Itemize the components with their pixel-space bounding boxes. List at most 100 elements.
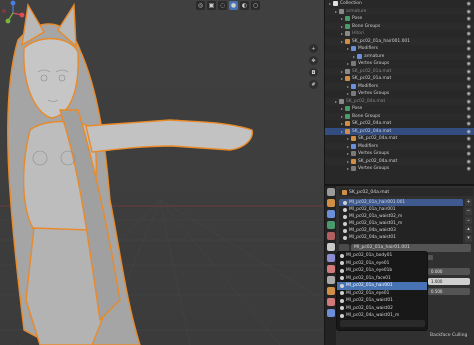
material-slot[interactable]: MI_pc02_01a_hair001.001	[339, 199, 463, 206]
material-slot[interactable]: MI_pc02_04a_waist01	[339, 234, 463, 241]
outliner-row[interactable]: ▸ armature ◉	[325, 52, 474, 61]
dropdown-material-item[interactable]: MI_pc02_01a_eye01b	[337, 267, 427, 275]
expand-arrow-icon[interactable]: ▸	[347, 60, 349, 68]
outliner-row[interactable]: ▸ Bone Groups ◉	[325, 22, 474, 31]
expand-arrow-icon[interactable]: ▸	[353, 53, 355, 61]
properties-tab-icon[interactable]	[326, 309, 335, 317]
material-shading-icon[interactable]: ◐	[240, 1, 249, 10]
value-slider[interactable]: 0.000	[428, 268, 470, 275]
properties-tab-icon[interactable]	[326, 298, 335, 306]
overlay-icon[interactable]: ◎	[196, 1, 205, 10]
expand-arrow-icon[interactable]: ▸	[341, 120, 343, 128]
solid-shading-icon[interactable]: ●	[229, 1, 238, 10]
neg-x-axis-icon[interactable]	[2, 9, 6, 13]
outliner-row[interactable]: ▸ Pose ◉	[325, 15, 474, 23]
material-slot[interactable]: MI_pc02_01a_waist01_m	[339, 220, 463, 227]
outliner-row[interactable]: ▸ SK_pc02_01a_hair001.001 ◉	[325, 37, 474, 46]
expand-arrow-icon[interactable]: ▸	[341, 23, 343, 31]
camera-icon[interactable]: ◘	[309, 68, 318, 77]
outliner-row[interactable]: ▸ armature ◉	[325, 7, 474, 16]
outliner-row[interactable]: ▸ Vertex Groups ◉	[325, 90, 474, 98]
outliner-row[interactable]: ▸ Collection ◉	[325, 0, 474, 8]
pan-icon[interactable]: ✥	[309, 56, 318, 65]
outliner-row[interactable]: ▸ Modifiers ◉	[325, 82, 474, 91]
expand-arrow-icon[interactable]: ▸	[341, 113, 343, 121]
remove-slot-icon[interactable]: −	[465, 208, 472, 215]
properties-tab-icon[interactable]	[326, 232, 335, 240]
properties-tab-icon[interactable]	[326, 188, 335, 196]
properties-tab-icon[interactable]	[326, 221, 335, 229]
expand-arrow-icon[interactable]: ▸	[341, 75, 343, 83]
visibility-eye-icon[interactable]: ◉	[467, 166, 471, 174]
outliner-row[interactable]: ▸ SK_pc02_04a.mat ◉	[325, 135, 474, 143]
grid-icon[interactable]: #	[309, 80, 318, 89]
outliner-row[interactable]: ▸ SK_pc02_04a.mat ◉	[325, 157, 474, 166]
value-slider[interactable]: 0.500	[428, 288, 470, 295]
expand-arrow-icon[interactable]: ▸	[335, 8, 337, 16]
dropdown-material-item[interactable]: MI_pc02_01a_body01	[337, 252, 427, 260]
add-slot-icon[interactable]: +	[465, 199, 472, 206]
outliner-row[interactable]: ▸ Vertex Groups ◉	[325, 165, 474, 173]
wireframe-shading-icon[interactable]: ◌	[218, 1, 227, 10]
outliner-row[interactable]: ▸ Modifiers ◉	[325, 45, 474, 53]
expand-arrow-icon[interactable]: ▸	[347, 143, 349, 151]
dropdown-material-item[interactable]: MI_pc02_01a_hair001	[337, 282, 427, 290]
rendered-shading-icon[interactable]: ○	[251, 1, 260, 10]
outliner-row[interactable]: ▸ Modifiers ◉	[325, 142, 474, 151]
material-slot[interactable]: MI_pc02_01a_hair001	[339, 206, 463, 213]
expand-arrow-icon[interactable]: ▸	[341, 128, 343, 136]
properties-tab-icon[interactable]	[326, 199, 335, 207]
value-slider[interactable]: 1.000	[428, 278, 470, 285]
material-slot-list[interactable]: MI_pc02_01a_hair001.001 MI_pc02_01a_hair0…	[339, 199, 463, 245]
expand-arrow-icon[interactable]: ▸	[341, 68, 343, 76]
outliner-row[interactable]: ▸ SK_pc02_04a.mat ◉	[325, 127, 474, 136]
checkbox[interactable]	[428, 255, 433, 260]
object-name-field[interactable]: SK_pc02_04a.mat	[339, 188, 473, 196]
outliner-row[interactable]: ▸ SK_pc02_01a.mat ◉	[325, 75, 474, 83]
material-slot[interactable]: MI_pc02_04a_waist03	[339, 227, 463, 234]
outliner-row[interactable]: ▸ SK_pc02_01a.mat ◉	[325, 67, 474, 76]
outliner-row[interactable]: ▸ SK_pc02_04a.mat ◉	[325, 97, 474, 106]
expand-arrow-icon[interactable]: ▸	[341, 105, 343, 113]
material-browse-dropdown[interactable]: MI_pc02_01a_body01 MI_pc02_01a_eye01 MI_pc…	[336, 251, 428, 331]
expand-arrow-icon[interactable]: ▸	[347, 135, 349, 143]
outliner-row[interactable]: ▸ SK_pc02_04a.mat ◉	[325, 120, 474, 128]
expand-arrow-icon[interactable]: ▸	[347, 90, 349, 98]
expand-arrow-icon[interactable]: ▸	[347, 158, 349, 166]
properties-tab-icon[interactable]	[326, 243, 335, 251]
move-down-icon[interactable]: ▾	[465, 235, 472, 242]
properties-tab-icon[interactable]	[326, 210, 335, 218]
expand-arrow-icon[interactable]: ▸	[347, 45, 349, 53]
y-axis-icon[interactable]	[5, 18, 11, 24]
expand-arrow-icon[interactable]: ▸	[347, 83, 349, 91]
material-slot[interactable]: MI_pc02_01a_waist02_m	[339, 213, 463, 220]
navigation-gizmo[interactable]	[0, 0, 26, 26]
expand-arrow-icon[interactable]: ▸	[341, 38, 343, 46]
dropdown-material-item[interactable]: MI_pc02_01a_waist01	[337, 297, 427, 305]
3d-viewport[interactable]: ◎ ▣ ◌ ● ◐ ○ + ✥ ◘ #	[0, 0, 324, 345]
properties-tab-icon[interactable]	[326, 276, 335, 284]
outliner-row[interactable]: ▸ Vertex Groups ◉	[325, 150, 474, 158]
move-up-icon[interactable]: ▴	[465, 226, 472, 233]
outliner-panel[interactable]: ▸ Collection ◉ ▸ armature ◉ ▸ Pose ◉ ▸ Bone Groups…	[324, 0, 474, 184]
expand-arrow-icon[interactable]: ▸	[347, 150, 349, 158]
expand-arrow-icon[interactable]: ▸	[341, 15, 343, 23]
expand-arrow-icon[interactable]: ▸	[329, 0, 331, 8]
z-axis-icon[interactable]	[10, 0, 16, 6]
dropdown-material-item[interactable]: MI_pc02_01a_eye01	[337, 290, 427, 298]
expand-arrow-icon[interactable]: ▸	[335, 98, 337, 106]
dropdown-material-item[interactable]: MI_pc02_01a_face01	[337, 275, 427, 283]
properties-tab-icon[interactable]	[326, 287, 335, 295]
properties-tab-icon[interactable]	[326, 265, 335, 273]
dropdown-material-item[interactable]: MI_pc02_04a_waist01_m	[337, 312, 427, 320]
dropdown-search-input[interactable]	[340, 320, 425, 327]
expand-arrow-icon[interactable]: ▸	[347, 165, 349, 173]
outliner-row[interactable]: ▸ Vertex Groups ◉	[325, 60, 474, 68]
properties-tab-icon[interactable]	[326, 254, 335, 262]
x-axis-icon[interactable]	[19, 12, 25, 18]
outliner-row[interactable]: ▸ Bone Groups ◉	[325, 112, 474, 121]
xray-icon[interactable]: ▣	[207, 1, 216, 10]
dropdown-material-item[interactable]: MI_pc02_01a_waist02	[337, 305, 427, 313]
slot-specials-icon[interactable]: ⌄	[465, 217, 472, 224]
zoom-icon[interactable]: +	[309, 44, 318, 53]
